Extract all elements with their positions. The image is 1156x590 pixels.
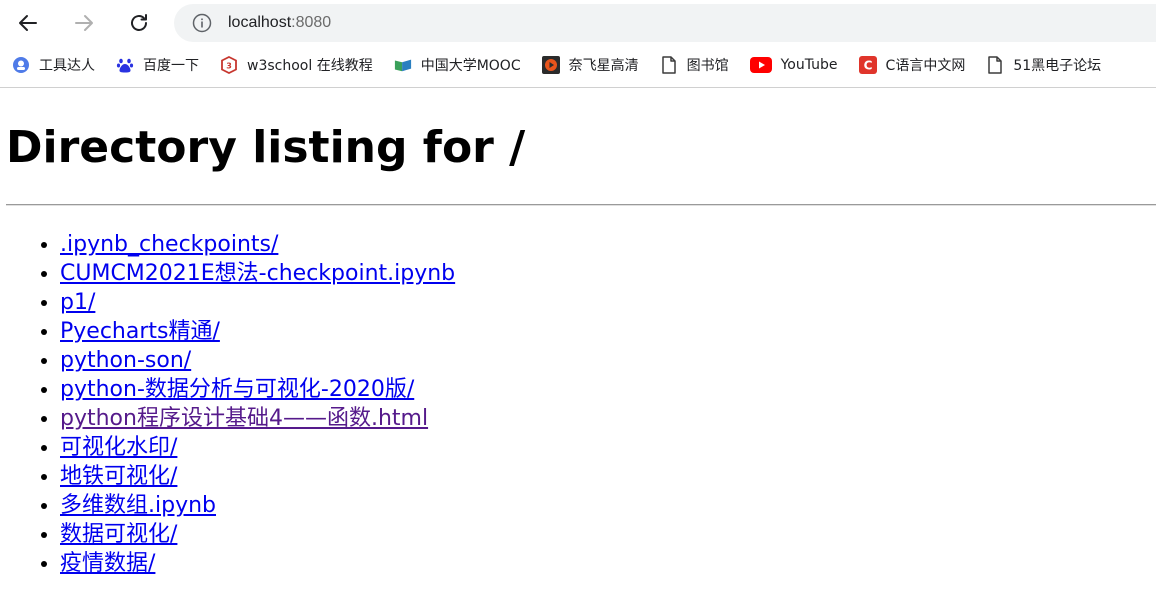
directory-list: .ipynb_checkpoints/ CUMCM2021E想法-checkpo… [6,230,1156,578]
bookmark-label: 工具达人 [39,58,95,74]
divider [6,204,1156,206]
baidu-paw-icon [116,56,134,74]
bookmark-51hei[interactable]: 51黑电子论坛 [980,51,1107,79]
list-item: 数据可视化/ [60,520,1156,549]
arrow-right-icon [75,15,93,31]
file-link[interactable]: Pyecharts精通/ [60,319,220,344]
list-item: 可视化水印/ [60,433,1156,462]
document-icon [986,56,1004,74]
url-port: :8080 [291,14,332,31]
file-link[interactable]: 多维数组.ipynb [60,493,216,518]
w3school-icon: 3 [220,56,238,74]
list-item: 多维数组.ipynb [60,491,1156,520]
c-language-icon: C [858,56,877,74]
arrow-left-icon [19,15,37,31]
file-link[interactable]: .ipynb_checkpoints/ [60,232,278,257]
page-content: Directory listing for / .ipynb_checkpoin… [0,121,1156,578]
reload-button[interactable] [123,7,155,39]
file-link[interactable]: 疫情数据/ [60,551,155,576]
list-item: p1/ [60,288,1156,317]
bookmark-c-language[interactable]: C C语言中文网 [853,51,972,79]
address-bar[interactable]: localhost:8080 [174,4,1156,42]
bookmark-label: 图书馆 [686,58,729,74]
forward-button[interactable] [68,7,100,39]
bookmark-baidu[interactable]: 百度一下 [110,51,205,79]
list-item: Pyecharts精通/ [60,317,1156,346]
play-icon [541,56,560,74]
list-item: 疫情数据/ [60,549,1156,578]
back-button[interactable] [12,7,44,39]
bookmark-tool-master[interactable]: 工具达人 [6,51,101,79]
file-link[interactable]: python-数据分析与可视化-2020版/ [60,377,414,402]
bookmark-library[interactable]: 图书馆 [654,51,735,79]
bookmark-w3school[interactable]: 3 w3school 在线教程 [214,51,379,79]
info-icon[interactable] [192,13,212,33]
bookmark-naifei[interactable]: 奈飞星高清 [536,51,645,79]
reload-icon [131,14,147,31]
tool-master-icon [12,56,30,74]
bookmark-label: 奈飞星高清 [568,58,639,74]
document-icon [660,56,678,74]
browser-toolbar: localhost:8080 [0,0,1156,46]
mooc-icon [394,56,412,74]
bookmark-mooc[interactable]: 中国大学MOOC [388,51,527,79]
file-link[interactable]: 数据可视化/ [60,522,177,547]
page-title: Directory listing for / [6,122,526,173]
file-link-visited[interactable]: python程序设计基础4——函数.html [60,406,428,431]
file-link[interactable]: 可视化水印/ [60,435,177,460]
list-item: python-数据分析与可视化-2020版/ [60,375,1156,404]
bookmark-label: w3school 在线教程 [247,58,373,74]
bookmark-youtube[interactable]: YouTube [744,51,844,79]
list-item: 地铁可视化/ [60,462,1156,491]
browser-chrome: localhost:8080 工具达人 百度一下 3 w3school 在线教程 [0,0,1156,88]
file-link[interactable]: python-son/ [60,348,191,373]
bookmark-label: C语言中文网 [885,58,966,74]
bookmark-label: 中国大学MOOC [420,58,521,74]
list-item: CUMCM2021E想法-checkpoint.ipynb [60,259,1156,288]
url-host: localhost [228,14,292,31]
bookmark-label: 百度一下 [143,58,199,74]
list-item: python程序设计基础4——函数.html [60,404,1156,433]
svg-text:3: 3 [226,62,232,71]
file-link[interactable]: CUMCM2021E想法-checkpoint.ipynb [60,261,455,286]
youtube-icon [749,56,772,74]
url-text[interactable]: localhost:8080 [228,14,331,32]
list-item: python-son/ [60,346,1156,375]
bookmark-label: YouTube [780,57,838,73]
file-link[interactable]: p1/ [60,290,95,315]
file-link[interactable]: 地铁可视化/ [60,464,177,489]
list-item: .ipynb_checkpoints/ [60,230,1156,259]
svg-text:C: C [863,59,872,73]
bookmarks-bar: 工具达人 百度一下 3 w3school 在线教程 中国大学MOOC 奈飞星高清 [0,49,1156,81]
bookmark-label: 51黑电子论坛 [1013,58,1102,74]
